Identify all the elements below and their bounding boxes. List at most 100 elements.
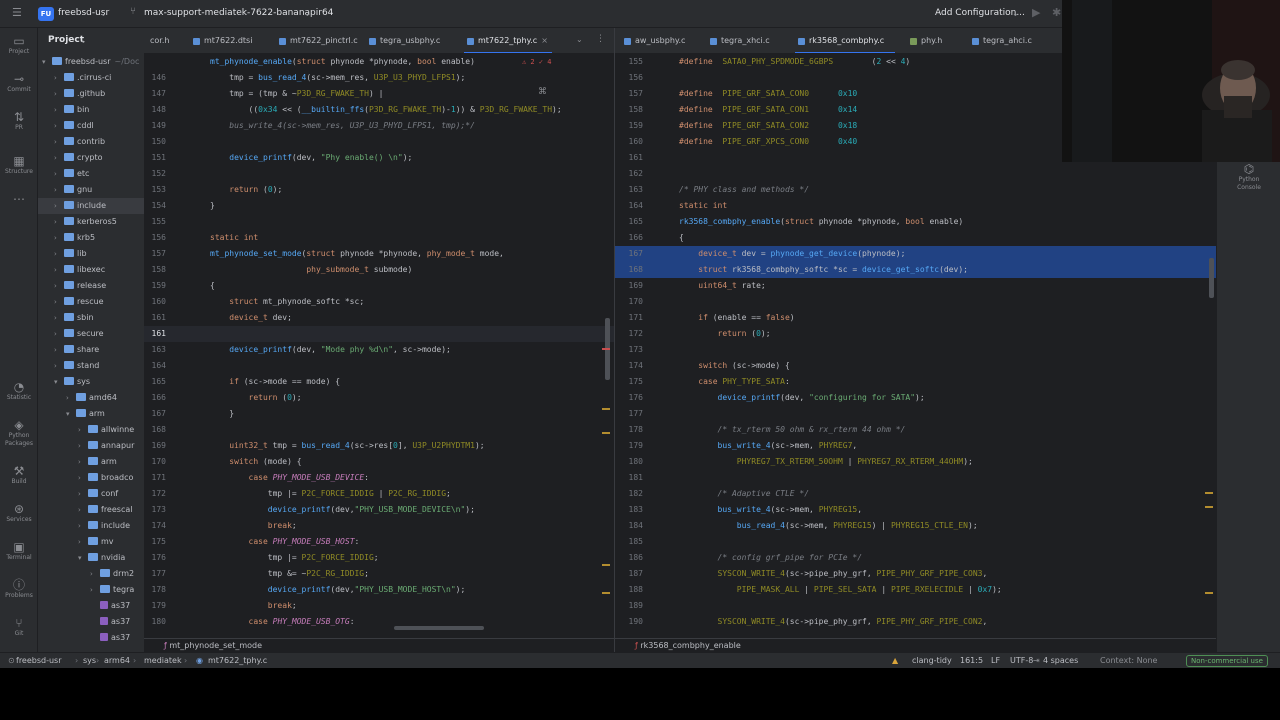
code-line[interactable]: mt_phynode_enable(struct phynode *phynod…	[144, 54, 614, 70]
line-number[interactable]: 181	[615, 470, 643, 486]
code-line[interactable]: 146 tmp = bus_read_4(sc->mem_res, U3P_U3…	[144, 70, 614, 86]
code-line[interactable]: 175 case PHY_TYPE_SATA:	[615, 374, 1216, 390]
line-number[interactable]: 163	[615, 182, 643, 198]
code-line[interactable]: 176 tmp |= P2C_FORCE_IDDIG;	[144, 550, 614, 566]
tree-item[interactable]: as37	[38, 630, 144, 646]
tool-window-git[interactable]: ⑂ Git	[0, 616, 38, 638]
chevron-right-icon[interactable]: ›	[90, 566, 100, 582]
tree-item[interactable]: › .cirrus-ci	[38, 70, 144, 86]
context-status[interactable]: Context: None	[1100, 653, 1157, 669]
tab-tegra-ahci[interactable]: tegra_ahci.c	[969, 28, 1032, 53]
line-number[interactable]: 169	[144, 438, 166, 454]
line-number[interactable]: 180	[615, 454, 643, 470]
code-line[interactable]: 173 device_printf(dev,"PHY_USB_MODE_DEVI…	[144, 502, 614, 518]
code-line[interactable]: 186 /* config grf_pipe for PCIe */	[615, 550, 1216, 566]
tab-phy-h[interactable]: phy.h	[907, 28, 942, 53]
line-number[interactable]: 165	[144, 374, 166, 390]
code-line[interactable]: 165 if (sc->mode == mode) {	[144, 374, 614, 390]
line-number[interactable]: 172	[615, 326, 643, 342]
line-number[interactable]: 167	[144, 406, 166, 422]
line-number[interactable]: 178	[615, 422, 643, 438]
tree-item[interactable]: ▾ nvidia	[38, 550, 144, 566]
vertical-scrollbar[interactable]	[1209, 258, 1214, 298]
chevron-right-icon[interactable]: ›	[54, 198, 64, 214]
path-segment[interactable]: mediatek	[144, 653, 182, 669]
tree-item[interactable]: › drm2	[38, 566, 144, 582]
line-number[interactable]: 171	[144, 470, 166, 486]
line-number[interactable]: 183	[615, 502, 643, 518]
line-number[interactable]: 177	[144, 566, 166, 582]
line-number[interactable]: 148	[144, 102, 166, 118]
run-icon[interactable]: ▶	[1032, 6, 1040, 19]
tree-item[interactable]: › release	[38, 278, 144, 294]
chevron-right-icon[interactable]: ›	[54, 246, 64, 262]
tab-mt7622-pinctrl[interactable]: mt7622_pinctrl.c	[276, 28, 358, 53]
warning-marker[interactable]	[1205, 506, 1213, 508]
code-line[interactable]: 171 case PHY_MODE_USB_DEVICE:	[144, 470, 614, 486]
code-line[interactable]: 151 device_printf(dev, "Phy enable() \n"…	[144, 150, 614, 166]
warning-marker[interactable]	[602, 564, 610, 566]
code-line[interactable]: 172 return (0);	[615, 326, 1216, 342]
tree-item[interactable]: › bin	[38, 102, 144, 118]
code-line[interactable]: 174 break;	[144, 518, 614, 534]
line-number[interactable]: 161	[144, 326, 166, 342]
tool-window-python-console[interactable]: ⌬ Python Console	[1230, 162, 1268, 192]
line-number[interactable]: 167	[615, 246, 643, 262]
code-line[interactable]: 185	[615, 534, 1216, 550]
line-number[interactable]: 151	[144, 150, 166, 166]
tree-item[interactable]: › broadco	[38, 470, 144, 486]
code-line[interactable]: 178 device_printf(dev,"PHY_USB_MODE_HOST…	[144, 582, 614, 598]
chevron-right-icon[interactable]: ›	[54, 166, 64, 182]
chevron-right-icon[interactable]: ›	[54, 278, 64, 294]
line-number[interactable]: 173	[144, 502, 166, 518]
tab-cor-h[interactable]: cor.h	[144, 28, 169, 53]
warning-marker[interactable]	[602, 408, 610, 410]
linter-status[interactable]: clang-tidy	[912, 653, 952, 669]
tree-item[interactable]: as37	[38, 598, 144, 614]
chevron-down-icon[interactable]: ⌄	[80, 36, 87, 45]
tree-item[interactable]: › kerberos5	[38, 214, 144, 230]
line-number[interactable]: 155	[615, 54, 643, 70]
tool-window-services[interactable]: ⊛ Services	[0, 502, 38, 524]
line-number[interactable]: 157	[144, 246, 166, 262]
warning-marker[interactable]	[602, 432, 610, 434]
line-number[interactable]: 184	[615, 518, 643, 534]
tree-item[interactable]: › contrib	[38, 134, 144, 150]
warning-marker[interactable]	[1205, 492, 1213, 494]
close-icon[interactable]: ×	[541, 28, 548, 53]
tree-item[interactable]: › stand	[38, 358, 144, 374]
tree-item[interactable]: › cddl	[38, 118, 144, 134]
chevron-right-icon[interactable]: ›	[78, 438, 88, 454]
code-line[interactable]: 168 struct rk3568_combphy_softc *sc = de…	[615, 262, 1216, 278]
line-number[interactable]: 156	[615, 70, 643, 86]
line-number[interactable]: 164	[615, 198, 643, 214]
code-line[interactable]: 178 /* tx_rterm 50 ohm & rx_rterm 44 ohm…	[615, 422, 1216, 438]
tab-tegra-usbphy[interactable]: tegra_usbphy.c	[366, 28, 440, 53]
tree-item[interactable]: › include	[38, 198, 144, 214]
line-number[interactable]: 161	[615, 150, 643, 166]
code-line[interactable]: 180 PHYREG7_TX_RTERM_50OHM | PHYREG7_RX_…	[615, 454, 1216, 470]
error-marker[interactable]	[602, 348, 610, 350]
code-line[interactable]: 168	[144, 422, 614, 438]
code-line[interactable]: 171 if (enable == false)	[615, 310, 1216, 326]
tab-aw-usbphy[interactable]: aw_usbphy.c	[621, 28, 685, 53]
chevron-right-icon[interactable]: ›	[78, 518, 88, 534]
debug-icon[interactable]: ✱	[1052, 6, 1061, 19]
tool-window-statistic[interactable]: ◔ Statistic	[0, 380, 38, 402]
chevron-right-icon[interactable]: ›	[54, 86, 64, 102]
warning-marker[interactable]	[602, 592, 610, 594]
tab-mt7622-tphy[interactable]: mt7622_tphy.c ×	[464, 28, 552, 53]
tool-window-terminal[interactable]: ▣ Terminal	[0, 540, 38, 562]
chevron-right-icon[interactable]: ›	[54, 118, 64, 134]
code-line[interactable]: 161	[144, 326, 614, 342]
line-number[interactable]: 161	[144, 310, 166, 326]
code-line[interactable]: 164	[144, 358, 614, 374]
code-line[interactable]: 166 {	[615, 230, 1216, 246]
line-number[interactable]: 162	[615, 166, 643, 182]
line-number[interactable]: 172	[144, 486, 166, 502]
line-number[interactable]: 163	[144, 342, 166, 358]
chevron-right-icon[interactable]: ›	[78, 534, 88, 550]
tree-item[interactable]: › libexec	[38, 262, 144, 278]
tree-item[interactable]: › tegra	[38, 582, 144, 598]
code-line[interactable]: 157 mt_phynode_set_mode(struct phynode *p…	[144, 246, 614, 262]
